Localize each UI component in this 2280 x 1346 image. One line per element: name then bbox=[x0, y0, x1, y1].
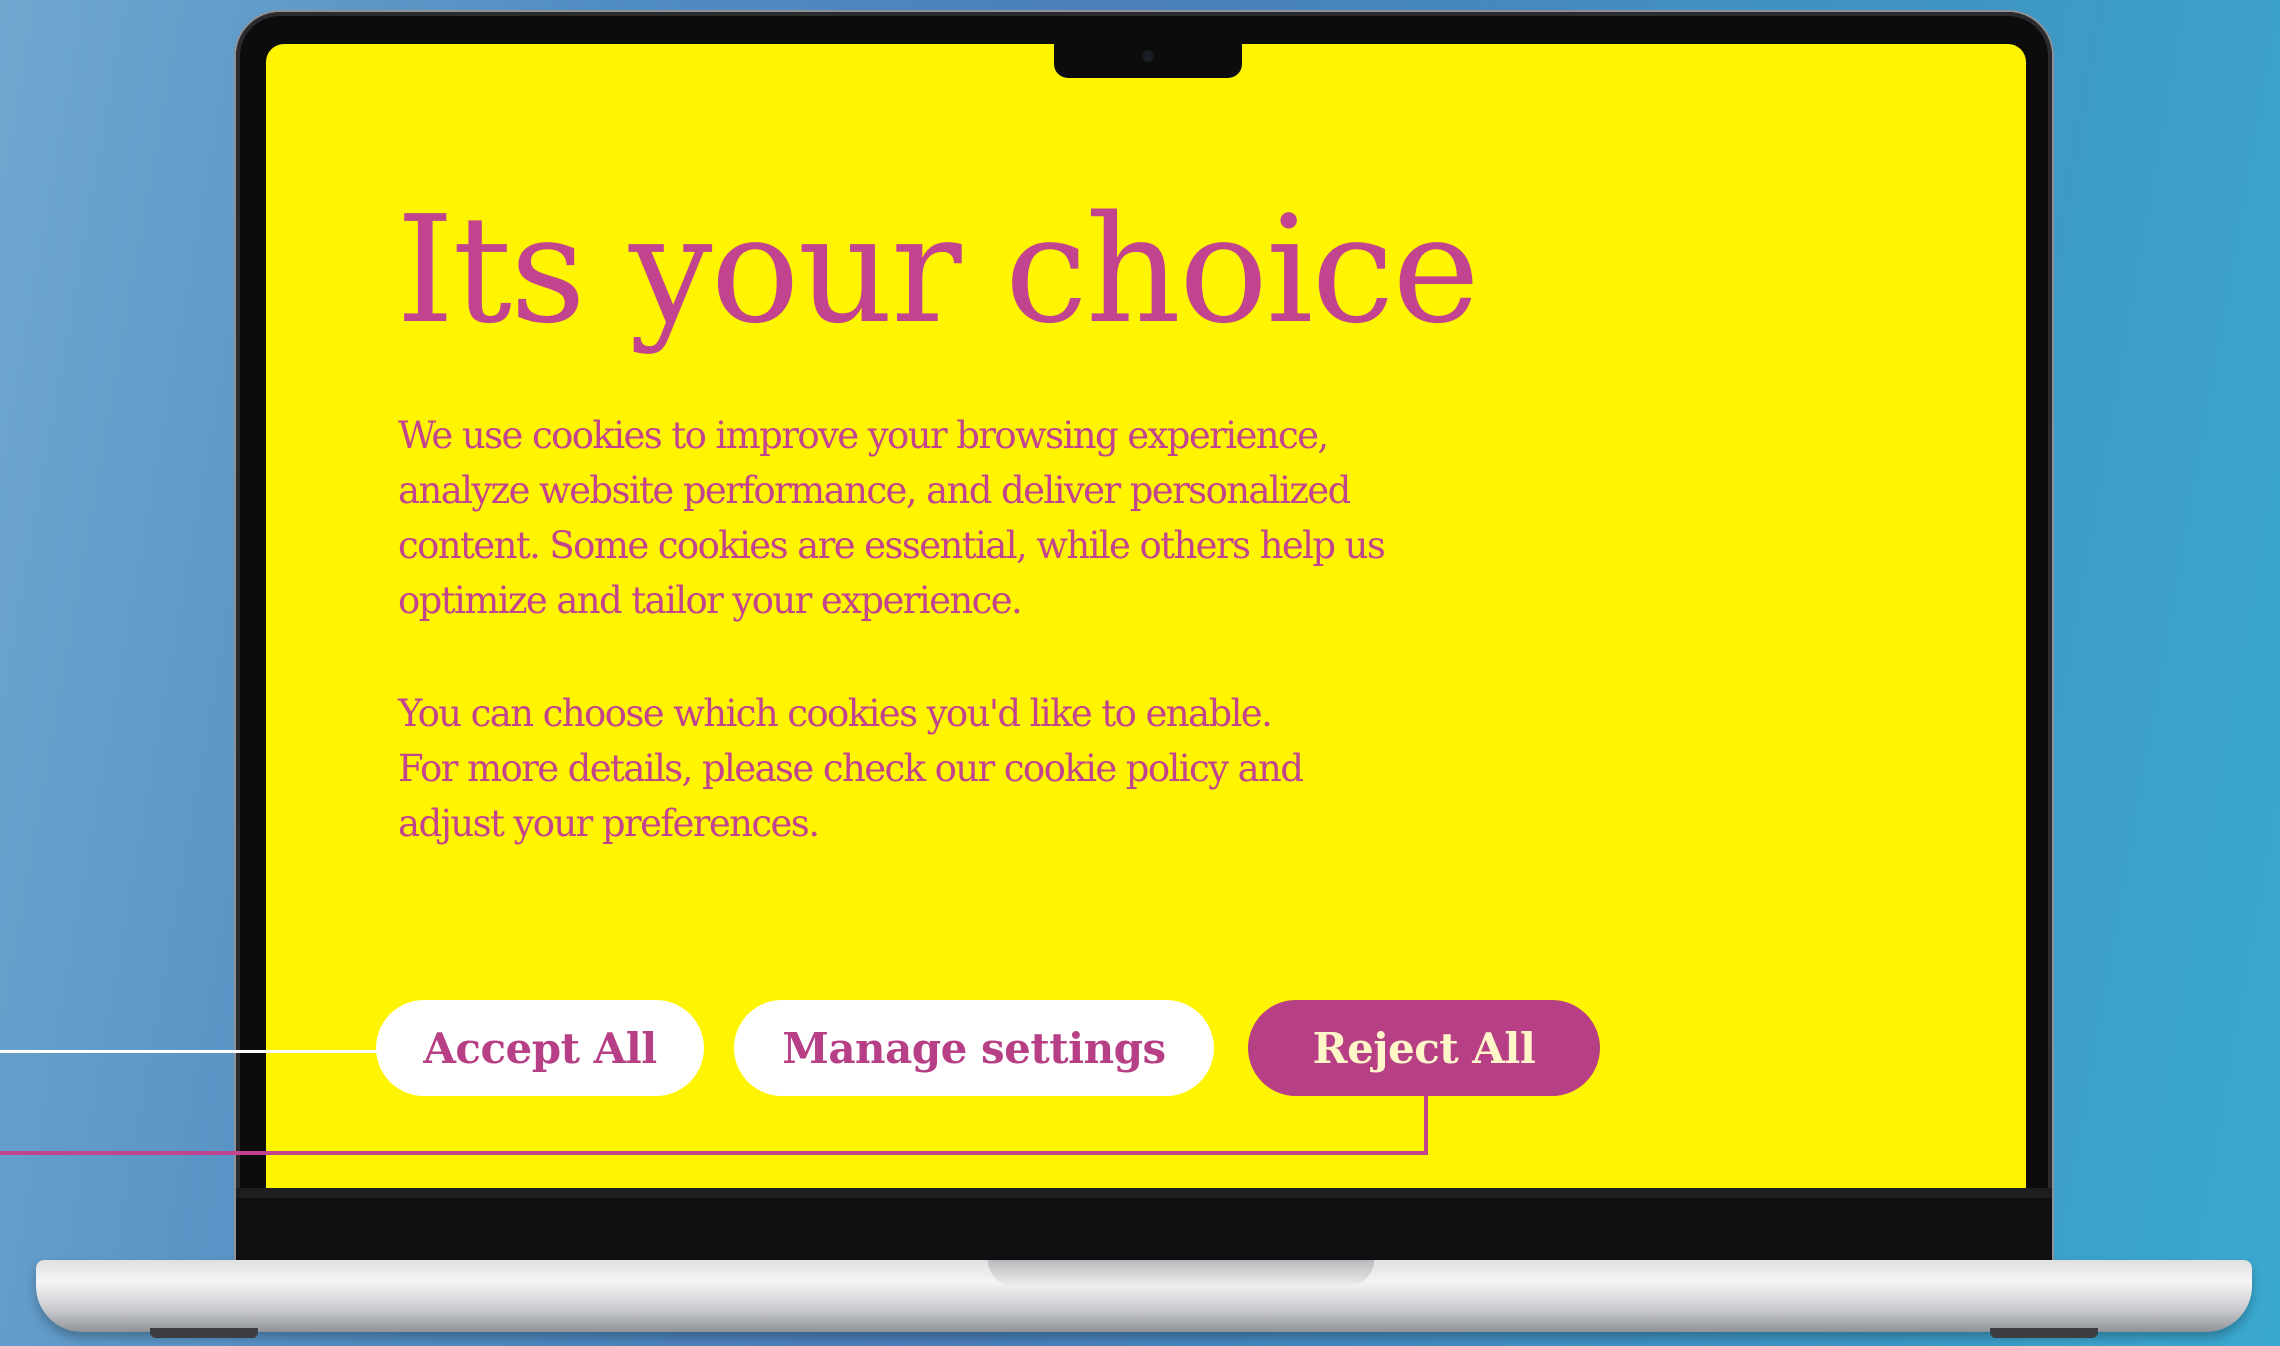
laptop-foot-right bbox=[1990, 1328, 2098, 1338]
laptop-base bbox=[36, 1260, 2252, 1332]
reject-callout-connector bbox=[1424, 1096, 1428, 1155]
manage-settings-button[interactable]: Manage settings bbox=[734, 1000, 1214, 1096]
banner-preferences-text: You can choose which cookies you'd like … bbox=[398, 692, 1304, 845]
banner-description: We use cookies to improve your browsing … bbox=[398, 414, 1386, 622]
reject-callout-line bbox=[0, 1151, 1428, 1155]
trackpad-notch bbox=[988, 1260, 1374, 1286]
laptop-foot-left bbox=[150, 1328, 258, 1338]
camera-icon bbox=[1142, 50, 1154, 62]
laptop-mockup: Its your choice We use cookies to improv… bbox=[0, 0, 2280, 1346]
accept-all-button[interactable]: Accept All bbox=[376, 1000, 704, 1096]
banner-title: Its your choice bbox=[396, 184, 1480, 356]
camera-notch bbox=[1054, 40, 1242, 78]
accept-callout-line bbox=[0, 1050, 378, 1053]
reject-all-button[interactable]: Reject All bbox=[1248, 1000, 1600, 1096]
